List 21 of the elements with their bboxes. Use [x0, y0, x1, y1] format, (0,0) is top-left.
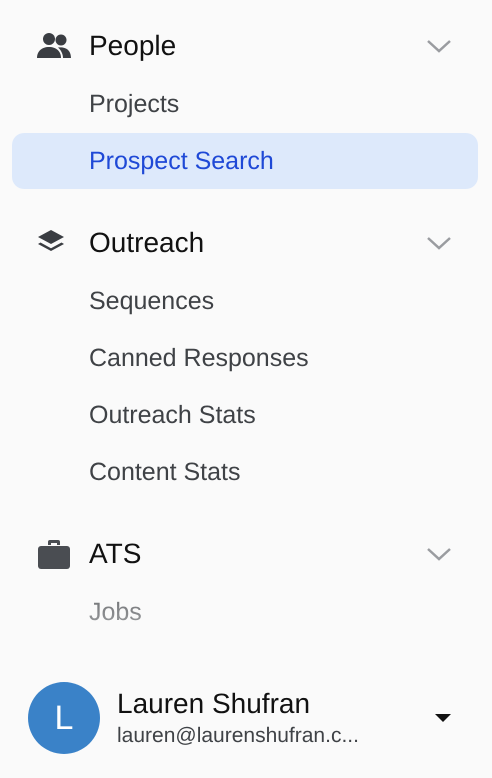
section-title: ATS — [89, 538, 142, 570]
nav-item[interactable]: Sequences — [12, 273, 478, 329]
section-header[interactable]: People — [0, 17, 492, 75]
nav-item[interactable]: Canned Responses — [12, 330, 478, 386]
section-header[interactable]: ATS — [0, 525, 492, 583]
caret-down-icon[interactable] — [434, 713, 452, 723]
nav-item[interactable]: Prospect Search — [12, 133, 478, 189]
user-email: lauren@laurenshufran.c... — [117, 724, 360, 748]
avatar[interactable]: L — [28, 682, 100, 754]
briefcase-icon — [36, 538, 72, 570]
section-title: Outreach — [89, 227, 206, 259]
section-header[interactable]: Outreach — [0, 214, 492, 272]
nav-item[interactable]: Content Stats — [12, 444, 478, 500]
people-icon — [36, 32, 72, 60]
chevron-down-icon[interactable] — [426, 236, 452, 250]
section-title: People — [89, 30, 178, 62]
chevron-down-icon[interactable] — [426, 39, 452, 53]
nav-item[interactable]: Projects — [12, 76, 478, 132]
chevron-down-icon[interactable] — [426, 547, 452, 561]
nav-item[interactable]: Outreach Stats — [12, 387, 478, 443]
user-name: Lauren Shufran — [117, 688, 312, 720]
